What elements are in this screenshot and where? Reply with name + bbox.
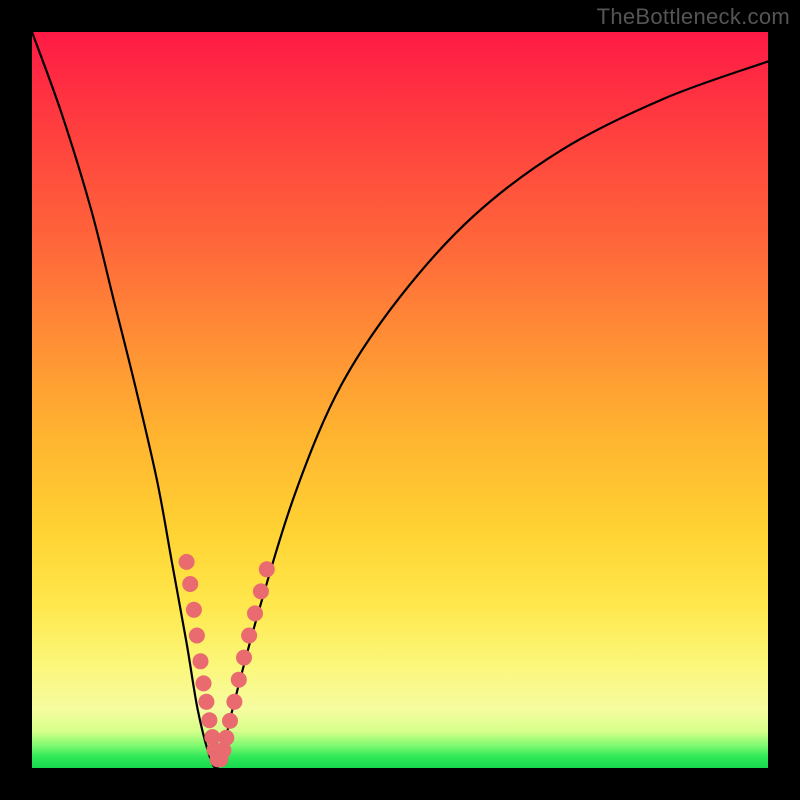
curve-marker: [259, 561, 275, 577]
curve-marker: [218, 730, 234, 746]
curve-marker: [222, 713, 238, 729]
curve-markers: [179, 554, 275, 767]
curve-marker: [201, 712, 217, 728]
curve-marker: [198, 694, 214, 710]
curve-marker: [226, 694, 242, 710]
curve-marker: [182, 576, 198, 592]
curve-marker: [253, 583, 269, 599]
bottleneck-curve: [32, 32, 768, 768]
curve-marker: [241, 628, 257, 644]
curve-layer: [32, 32, 768, 768]
curve-marker: [186, 602, 202, 618]
curve-marker: [247, 605, 263, 621]
plot-area: [32, 32, 768, 768]
curve-marker: [179, 554, 195, 570]
curve-marker: [236, 650, 252, 666]
chart-frame: TheBottleneck.com: [0, 0, 800, 800]
curve-marker: [231, 672, 247, 688]
curve-marker: [189, 628, 205, 644]
curve-marker: [196, 675, 212, 691]
curve-marker: [193, 653, 209, 669]
watermark-text: TheBottleneck.com: [597, 4, 790, 30]
